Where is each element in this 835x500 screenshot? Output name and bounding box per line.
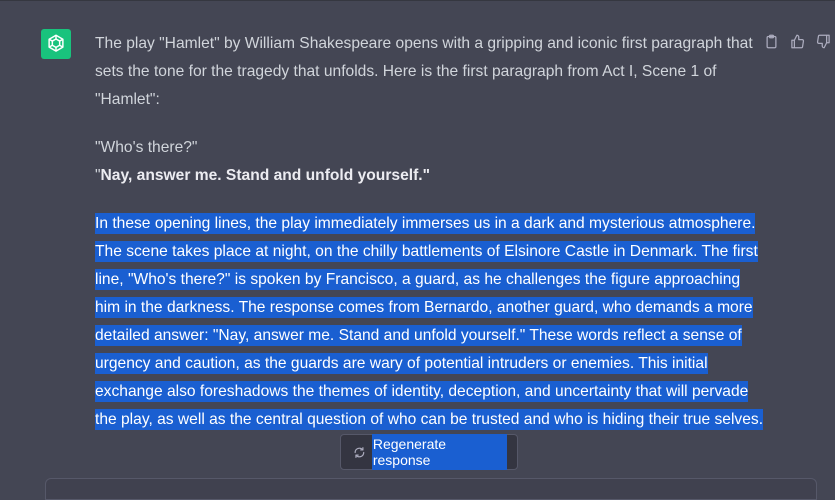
message-actions bbox=[762, 32, 835, 50]
quote-line-1: "Who's there?" bbox=[95, 139, 198, 156]
thumbs-down-icon[interactable] bbox=[814, 32, 832, 50]
message-input-box[interactable] bbox=[45, 478, 817, 500]
quote-line-2-bold: Nay, answer me. Stand and unfold yoursel… bbox=[100, 167, 423, 184]
selected-text: In these opening lines, the play immedia… bbox=[95, 213, 764, 430]
openai-logo-icon bbox=[48, 34, 64, 52]
intro-paragraph: The play "Hamlet" by William Shakespeare… bbox=[95, 35, 753, 108]
assistant-message: The play "Hamlet" by William Shakespeare… bbox=[95, 30, 765, 434]
regenerate-response-button[interactable]: Regenerate response bbox=[340, 434, 518, 470]
top-divider bbox=[0, 0, 835, 1]
analysis-paragraph: In these opening lines, the play immedia… bbox=[95, 210, 765, 434]
quote-line-2: "Nay, answer me. Stand and unfold yourse… bbox=[95, 167, 431, 184]
chatgpt-avatar bbox=[41, 29, 71, 59]
thumbs-up-icon[interactable] bbox=[788, 32, 806, 50]
refresh-icon bbox=[354, 446, 365, 458]
regenerate-label: Regenerate response bbox=[371, 434, 507, 470]
